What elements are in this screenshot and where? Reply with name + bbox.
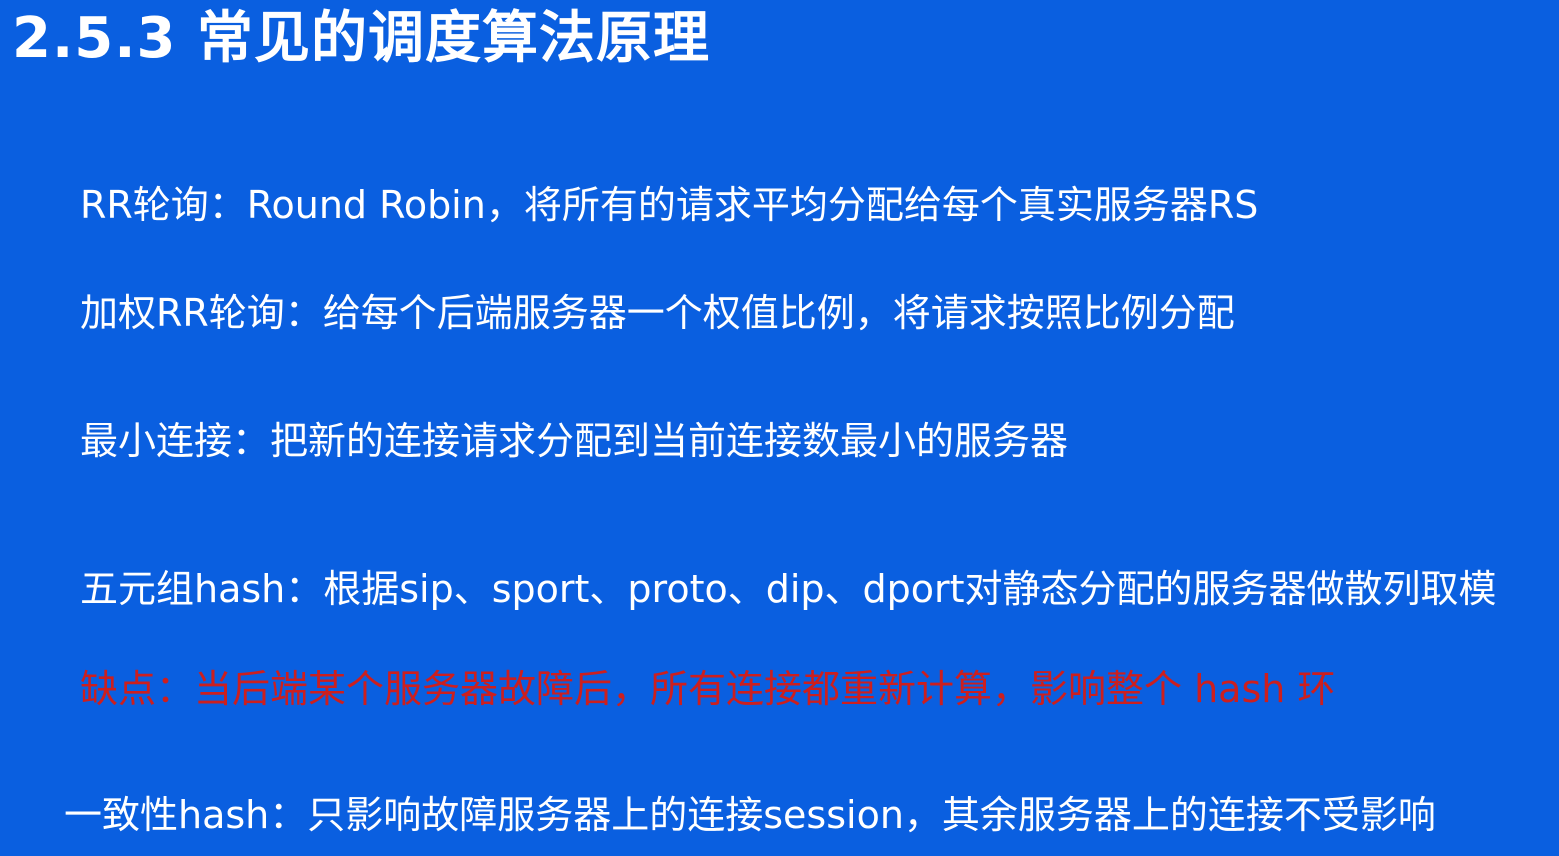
five-tuple-hash-text: 五元组hash：根据sip、sport、proto、dip、dport对静态分配… xyxy=(80,567,1497,611)
page-title: 2.5.3 常见的调度算法原理 xyxy=(12,6,710,71)
drawback-text: 缺点：当后端某个服务器故障后，所有连接都重新计算，影响整个 hash 环 xyxy=(80,667,1336,711)
consistent-hash-text: 一致性hash：只影响故障服务器上的连接session，其余服务器上的连接不受影… xyxy=(64,793,1436,837)
weighted-rr-text: 加权RR轮询：给每个后端服务器一个权值比例，将请求按照比例分配 xyxy=(80,291,1235,335)
slide: 2.5.3 常见的调度算法原理 RR轮询：Round Robin，将所有的请求平… xyxy=(0,0,1559,856)
least-connection-text: 最小连接：把新的连接请求分配到当前连接数最小的服务器 xyxy=(80,419,1069,463)
rr-round-robin-text: RR轮询：Round Robin，将所有的请求平均分配给每个真实服务器RS xyxy=(80,183,1259,227)
